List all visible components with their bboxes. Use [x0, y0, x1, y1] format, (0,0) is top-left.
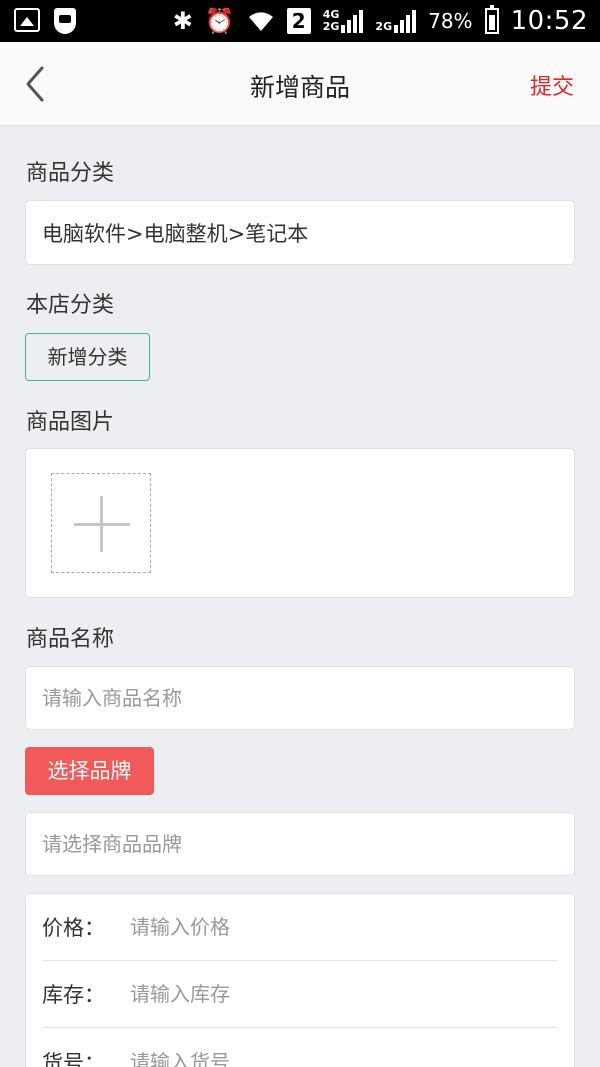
page-title: 新增商品 — [249, 73, 350, 102]
stock-label: 库存： — [42, 983, 105, 1007]
category-value: 电脑软件>电脑整机>笔记本 — [42, 221, 309, 246]
sku-row: 货号： — [42, 1028, 558, 1067]
name-field-container — [25, 666, 575, 730]
add-category-button[interactable]: 新增分类 — [25, 333, 150, 381]
price-input[interactable] — [130, 894, 558, 960]
battery-percent: 78% — [428, 9, 473, 33]
battery-icon — [484, 5, 499, 34]
add-image-button[interactable] — [51, 473, 151, 573]
stock-input[interactable] — [130, 961, 558, 1027]
alarm-icon: ⏰ — [204, 7, 235, 35]
security-notification-icon — [54, 8, 76, 34]
shop-category-label: 本店分类 — [26, 293, 115, 318]
submit-button[interactable]: 提交 — [530, 69, 574, 101]
signal-sim2-icon: 2G — [375, 9, 417, 33]
signal-sim1-icon: 4G 2G — [323, 9, 364, 33]
select-brand-button[interactable]: 选择品牌 — [25, 747, 154, 795]
gallery-notification-icon — [14, 8, 40, 32]
stock-row: 库存： — [42, 961, 558, 1028]
clock: 10:52 — [510, 6, 588, 36]
sku-label: 货号： — [42, 1050, 105, 1067]
price-row: 价格： — [42, 894, 558, 961]
brand-input[interactable] — [26, 813, 574, 875]
status-bar: ✱ ⏰ 2 4G 2G 2G 78% 10:52 — [0, 0, 600, 42]
plus-icon-vertical — [100, 496, 103, 552]
nav-header: 新增商品 提交 — [0, 42, 600, 126]
price-label: 价格： — [42, 916, 105, 940]
brand-field-container — [25, 812, 575, 876]
details-form: 价格： 库存： 货号： — [25, 893, 575, 1067]
image-upload-panel — [25, 448, 575, 598]
wifi-icon — [248, 12, 273, 31]
name-label: 商品名称 — [26, 627, 115, 652]
name-input[interactable] — [26, 667, 574, 729]
category-label: 商品分类 — [26, 161, 115, 186]
bluetooth-icon: ✱ — [172, 7, 193, 35]
category-selector[interactable]: 电脑软件>电脑整机>笔记本 — [25, 200, 575, 265]
network-type-second: 2G — [375, 20, 393, 33]
sim-badge: 2 — [286, 8, 311, 34]
network-type-bottom: 2G — [322, 20, 340, 33]
images-label: 商品图片 — [26, 410, 115, 435]
sku-input[interactable] — [130, 1028, 558, 1067]
